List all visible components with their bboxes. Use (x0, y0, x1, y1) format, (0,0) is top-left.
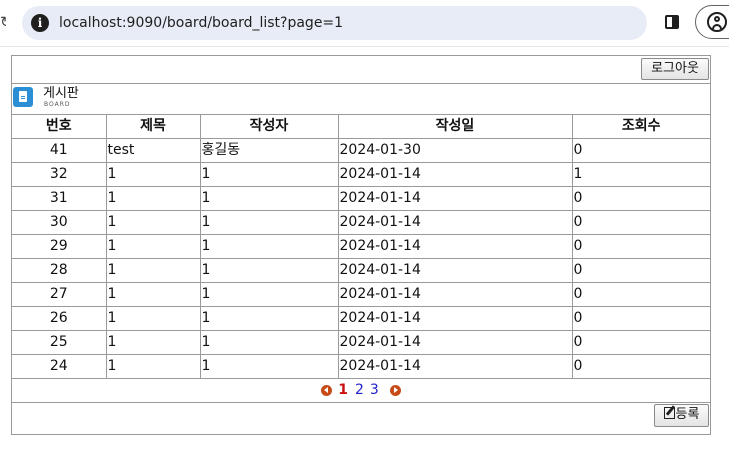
cell-author: 1 (199, 186, 339, 211)
table-row: 28 1 1 2024-01-14 0 (12, 258, 710, 283)
cell-title-link[interactable]: 1 (105, 282, 201, 307)
page-link-2[interactable]: 2 (355, 378, 364, 402)
table-row: 27 1 1 2024-01-14 0 (12, 282, 710, 307)
write-button-label: 등록 (675, 407, 700, 422)
column-header-title: 제목 (105, 114, 201, 139)
column-header-author: 작성자 (199, 114, 339, 139)
cell-date: 2024-01-14 (337, 186, 573, 211)
board-title: 게시판 (43, 86, 79, 101)
cell-views: 0 (571, 306, 710, 331)
cell-author: 홍길동 (199, 138, 339, 163)
page-link-3[interactable]: 3 (370, 378, 379, 402)
board-subtitle: BOARD (44, 101, 71, 108)
cell-date: 2024-01-14 (337, 234, 573, 259)
cell-author: 1 (199, 354, 339, 379)
cell-author: 1 (199, 330, 339, 355)
cell-number: 28 (12, 258, 107, 283)
cell-number: 29 (12, 234, 107, 259)
cell-date: 2024-01-30 (337, 138, 573, 163)
pagination: 1 2 3 (12, 378, 710, 403)
cell-number: 27 (12, 282, 107, 307)
cell-author: 1 (199, 306, 339, 331)
cell-views: 0 (571, 330, 710, 355)
next-page-icon[interactable] (389, 384, 401, 396)
cell-title-link[interactable]: 1 (105, 186, 201, 211)
profile-icon (707, 12, 727, 32)
board-footer: 등록 (12, 403, 710, 434)
cell-title-link[interactable]: 1 (105, 210, 201, 235)
cell-views: 0 (571, 258, 710, 283)
cell-title-link[interactable]: 1 (105, 306, 201, 331)
board-title-row: 게시판 BOARD (12, 84, 710, 114)
cell-views: 0 (571, 354, 710, 379)
cell-views: 0 (571, 282, 710, 307)
cell-date: 2024-01-14 (337, 354, 573, 379)
cell-number: 24 (12, 354, 107, 379)
cell-views: 0 (571, 234, 710, 259)
cell-number: 30 (12, 210, 107, 235)
cell-author: 1 (199, 210, 339, 235)
cell-author: 1 (199, 258, 339, 283)
table-row: 30 1 1 2024-01-14 0 (12, 210, 710, 235)
column-header-date: 작성일 (337, 114, 573, 139)
cell-date: 2024-01-14 (337, 210, 573, 235)
cell-title-link[interactable]: 1 (105, 258, 201, 283)
table-row: 26 1 1 2024-01-14 0 (12, 306, 710, 331)
cell-number: 41 (12, 138, 107, 163)
cell-title-link[interactable]: 1 (105, 234, 201, 259)
table-row: 25 1 1 2024-01-14 0 (12, 330, 710, 355)
write-button[interactable]: 등록 (654, 404, 709, 427)
cell-title-link[interactable]: 1 (105, 354, 201, 379)
board-table: 번호 제목 작성자 작성일 조회수 41 test 홍길동 2024-01-30… (12, 114, 710, 379)
cell-views: 0 (571, 186, 710, 211)
board-container: 로그아웃 게시판 BOARD 번호 제목 작성자 작성일 조회수 41 test… (11, 55, 711, 435)
url-text[interactable]: localhost:9090/board/board_list?page=1 (59, 6, 343, 40)
table-row: 32 1 1 2024-01-14 1 (12, 162, 710, 187)
cell-title-link[interactable]: 1 (105, 162, 201, 187)
cell-views: 0 (571, 138, 710, 163)
cell-title-link[interactable]: test (105, 138, 201, 163)
cell-date: 2024-01-14 (337, 306, 573, 331)
column-header-number: 번호 (12, 114, 107, 139)
table-header-row: 번호 제목 작성자 작성일 조회수 (12, 114, 710, 139)
cell-date: 2024-01-14 (337, 162, 573, 187)
column-header-views: 조회수 (571, 114, 710, 139)
board-topbar: 로그아웃 (12, 56, 710, 84)
side-panel-icon[interactable] (665, 15, 679, 29)
table-row: 31 1 1 2024-01-14 0 (12, 186, 710, 211)
cell-author: 1 (199, 282, 339, 307)
cell-date: 2024-01-14 (337, 330, 573, 355)
edit-icon (663, 407, 675, 419)
browser-toolbar: ↻ i localhost:9090/board/board_list?page… (0, 0, 729, 47)
cell-date: 2024-01-14 (337, 258, 573, 283)
table-row: 41 test 홍길동 2024-01-30 0 (12, 138, 710, 163)
site-info-icon[interactable]: i (31, 14, 49, 32)
cell-author: 1 (199, 234, 339, 259)
prev-page-icon[interactable] (321, 384, 333, 396)
cell-views: 0 (571, 210, 710, 235)
table-row: 24 1 1 2024-01-14 0 (12, 354, 710, 379)
cell-number: 32 (12, 162, 107, 187)
reload-icon[interactable]: ↻ (0, 14, 6, 30)
cell-views: 1 (571, 162, 710, 187)
profile-button[interactable] (695, 5, 729, 39)
cell-number: 31 (12, 186, 107, 211)
document-icon (13, 87, 33, 107)
table-row: 29 1 1 2024-01-14 0 (12, 234, 710, 259)
cell-date: 2024-01-14 (337, 282, 573, 307)
logout-button[interactable]: 로그아웃 (641, 58, 709, 80)
cell-title-link[interactable]: 1 (105, 330, 201, 355)
current-page: 1 (338, 382, 348, 398)
cell-author: 1 (199, 162, 339, 187)
address-bar[interactable]: i localhost:9090/board/board_list?page=1 (22, 6, 647, 40)
cell-number: 26 (12, 306, 107, 331)
cell-number: 25 (12, 330, 107, 355)
